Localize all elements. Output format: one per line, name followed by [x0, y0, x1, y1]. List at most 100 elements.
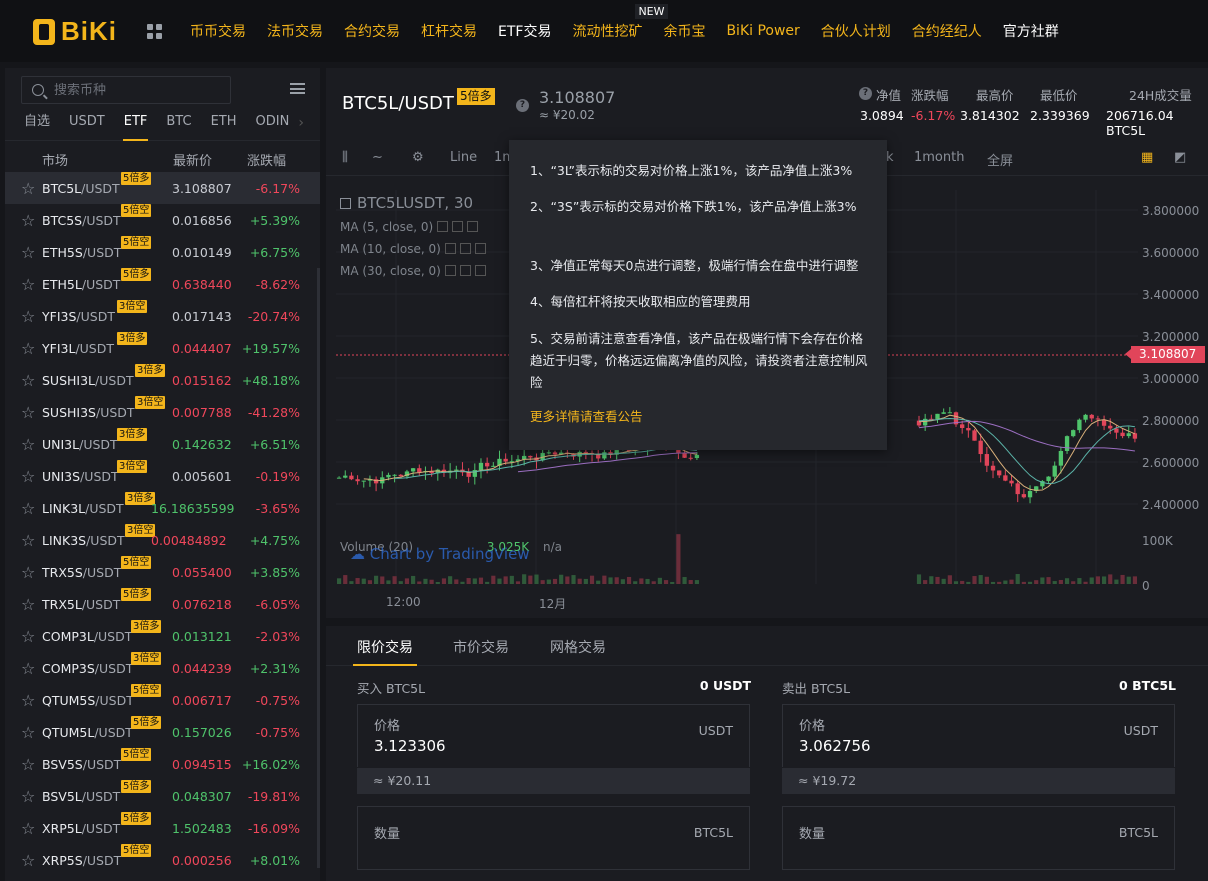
market-row[interactable]: ☆ SUSHI3S/USDT 3倍空 0.007788 -41.28%: [5, 396, 320, 428]
star-icon[interactable]: ☆: [21, 211, 35, 230]
header-change[interactable]: 涨跌幅: [247, 150, 286, 169]
nav-item[interactable]: BiKi Power: [726, 23, 799, 39]
main-nav: 币币交易 法币交易 合约交易 杠杆交易 ETF交易 流动性挖矿 NEW 余币宝 BiKi Pow…: [190, 0, 1080, 62]
candle-type-icon[interactable]: ⫼: [342, 150, 348, 165]
nav-item[interactable]: 合约交易: [344, 21, 400, 41]
market-row[interactable]: ☆ BSV5L/USDT 5倍多 0.048307 -19.81%: [5, 780, 320, 812]
market-row[interactable]: ☆ UNI3S/USDT 3倍空 0.005601 -0.19%: [5, 460, 320, 492]
nav-item[interactable]: 合约经纪人: [912, 21, 982, 41]
market-row[interactable]: ☆ BTC5L/USDT 5倍多 3.108807 -6.17%: [5, 172, 320, 204]
market-row[interactable]: ☆ TRX5S/USDT 5倍空 0.055400 +3.85%: [5, 556, 320, 588]
star-icon[interactable]: ☆: [21, 659, 35, 678]
sell-price-input[interactable]: 3.062756: [799, 737, 871, 755]
market-row[interactable]: ☆ BSV5S/USDT 5倍空 0.094515 +16.02%: [5, 748, 320, 780]
market-row[interactable]: ☆ COMP3S/USDT 3倍空 0.044239 +2.31%: [5, 652, 320, 684]
nav-item[interactable]: 余币宝: [663, 21, 705, 41]
header-market[interactable]: 市场: [42, 150, 68, 169]
nav-item[interactable]: 合伙人计划: [821, 21, 891, 41]
kline-view-icon[interactable]: ▦: [1141, 150, 1153, 165]
tab-market[interactable]: 市价交易: [453, 637, 509, 657]
tab-grid[interactable]: 网格交易: [550, 637, 606, 657]
leverage-badge: 5倍空: [131, 684, 162, 697]
buy-price-input[interactable]: 3.123306: [374, 737, 446, 755]
star-icon[interactable]: ☆: [21, 403, 35, 422]
market-row[interactable]: ☆ SUSHI3L/USDT 3倍多 0.015162 +48.18%: [5, 364, 320, 396]
market-row[interactable]: ☆ LINK3L/USDT 3倍多 16.18635599 -3.65%: [5, 492, 320, 524]
help-icon[interactable]: ?: [516, 99, 529, 112]
sell-price-field[interactable]: 价格 3.062756 USDT: [782, 704, 1175, 767]
toolbar-1month[interactable]: 1month: [914, 150, 964, 165]
buy-quantity-field[interactable]: 数量 BTC5L: [357, 806, 750, 870]
tradingview-watermark[interactable]: ☁ Chart by TradingView: [350, 545, 530, 563]
buy-price-field[interactable]: 价格 3.123306 USDT: [357, 704, 750, 767]
market-row[interactable]: ☆ XRP5L/USDT 5倍多 1.502483 -16.09%: [5, 812, 320, 844]
nav-item[interactable]: 流动性挖矿 NEW: [572, 4, 668, 41]
sell-quantity-field[interactable]: 数量 BTC5L: [782, 806, 1175, 870]
star-icon[interactable]: ☆: [21, 723, 35, 742]
star-icon[interactable]: ☆: [21, 691, 35, 710]
nav-help-icon[interactable]: ?: [859, 87, 872, 100]
search-input[interactable]: [54, 82, 214, 98]
header-price[interactable]: 最新价: [173, 150, 212, 169]
market-tab[interactable]: ETH: [211, 113, 237, 141]
list-view-icon[interactable]: [290, 83, 305, 94]
star-icon[interactable]: ☆: [21, 179, 35, 198]
toolbar-line[interactable]: Line: [450, 150, 477, 165]
star-icon[interactable]: ☆: [21, 755, 35, 774]
tab-limit[interactable]: 限价交易: [353, 637, 417, 666]
sidebar-scrollbar[interactable]: [317, 268, 320, 868]
star-icon[interactable]: ☆: [21, 467, 35, 486]
star-icon[interactable]: ☆: [21, 435, 35, 454]
star-icon[interactable]: ☆: [21, 595, 35, 614]
nav-item[interactable]: 币币交易: [190, 21, 246, 41]
nav-item[interactable]: 法币交易: [267, 21, 323, 41]
star-icon[interactable]: ☆: [21, 275, 35, 294]
depth-view-icon[interactable]: ◩: [1174, 150, 1186, 165]
market-row[interactable]: ☆ YFI3L/USDT 3倍多 0.044407 +19.57%: [5, 332, 320, 364]
chart-legend-title: BTC5LUSDT, 30: [340, 194, 473, 212]
star-icon[interactable]: ☆: [21, 563, 35, 582]
star-icon[interactable]: ☆: [21, 787, 35, 806]
market-row[interactable]: ☆ ETH5S/USDT 5倍空 0.010149 +6.75%: [5, 236, 320, 268]
star-icon[interactable]: ☆: [21, 851, 35, 870]
sell-title: 卖出 BTC5L: [782, 681, 851, 696]
market-row[interactable]: ☆ XRP5S/USDT 5倍空 0.000256 +8.01%: [5, 844, 320, 876]
market-row[interactable]: ☆ COMP3L/USDT 3倍多 0.013121 -2.03%: [5, 620, 320, 652]
nav-item[interactable]: 杠杆交易: [421, 21, 477, 41]
brand-logo[interactable]: BiKi: [33, 16, 117, 47]
star-icon[interactable]: ☆: [21, 499, 35, 518]
toolbar-k[interactable]: k: [886, 150, 894, 165]
star-icon[interactable]: ☆: [21, 627, 35, 646]
market-row[interactable]: ☆ QTUM5S/USDT 5倍空 0.006717 -0.75%: [5, 684, 320, 716]
apps-grid-icon[interactable]: [147, 24, 162, 39]
market-search[interactable]: [21, 76, 231, 104]
star-icon[interactable]: ☆: [21, 819, 35, 838]
line-type-icon[interactable]: ∼: [372, 150, 383, 165]
nav-item[interactable]: 官方社群: [1003, 21, 1059, 41]
star-icon[interactable]: ☆: [21, 243, 35, 262]
market-row[interactable]: ☆ QTUM5L/USDT 5倍多 0.157026 -0.75%: [5, 716, 320, 748]
more-details-link[interactable]: 更多详情请查看公告: [530, 406, 870, 428]
star-icon[interactable]: ☆: [21, 531, 35, 550]
collapse-legend-icon[interactable]: [340, 198, 351, 209]
market-tab[interactable]: ODIN: [256, 113, 290, 141]
chevron-right-icon[interactable]: ›: [298, 115, 304, 131]
buy-balance: 0 USDT: [699, 678, 751, 693]
market-tab[interactable]: BTC: [166, 113, 191, 141]
market-row[interactable]: ☆ UNI3L/USDT 3倍多 0.142632 +6.51%: [5, 428, 320, 460]
market-row[interactable]: ☆ LINK3S/USDT 3倍空 0.00484892 +4.75%: [5, 524, 320, 556]
settings-gear-icon[interactable]: ⚙: [412, 150, 424, 165]
market-row[interactable]: ☆ YFI3S/USDT 3倍空 0.017143 -20.74%: [5, 300, 320, 332]
star-icon[interactable]: ☆: [21, 339, 35, 358]
star-icon[interactable]: ☆: [21, 371, 35, 390]
market-row[interactable]: ☆ ETH5L/USDT 5倍多 0.638440 -8.62%: [5, 268, 320, 300]
market-tab[interactable]: ETF: [122, 113, 149, 141]
market-row[interactable]: ☆ BTC5S/USDT 5倍空 0.016856 +5.39%: [5, 204, 320, 236]
market-row[interactable]: ☆ TRX5L/USDT 5倍多 0.076218 -6.05%: [5, 588, 320, 620]
candle-body: [361, 480, 366, 482]
star-icon[interactable]: ☆: [21, 307, 35, 326]
nav-item[interactable]: ETF交易: [498, 21, 551, 41]
market-tab[interactable]: 自选: [24, 113, 50, 141]
market-tab[interactable]: USDT: [69, 113, 105, 141]
toolbar-fullscreen[interactable]: 全屏: [987, 150, 1013, 169]
